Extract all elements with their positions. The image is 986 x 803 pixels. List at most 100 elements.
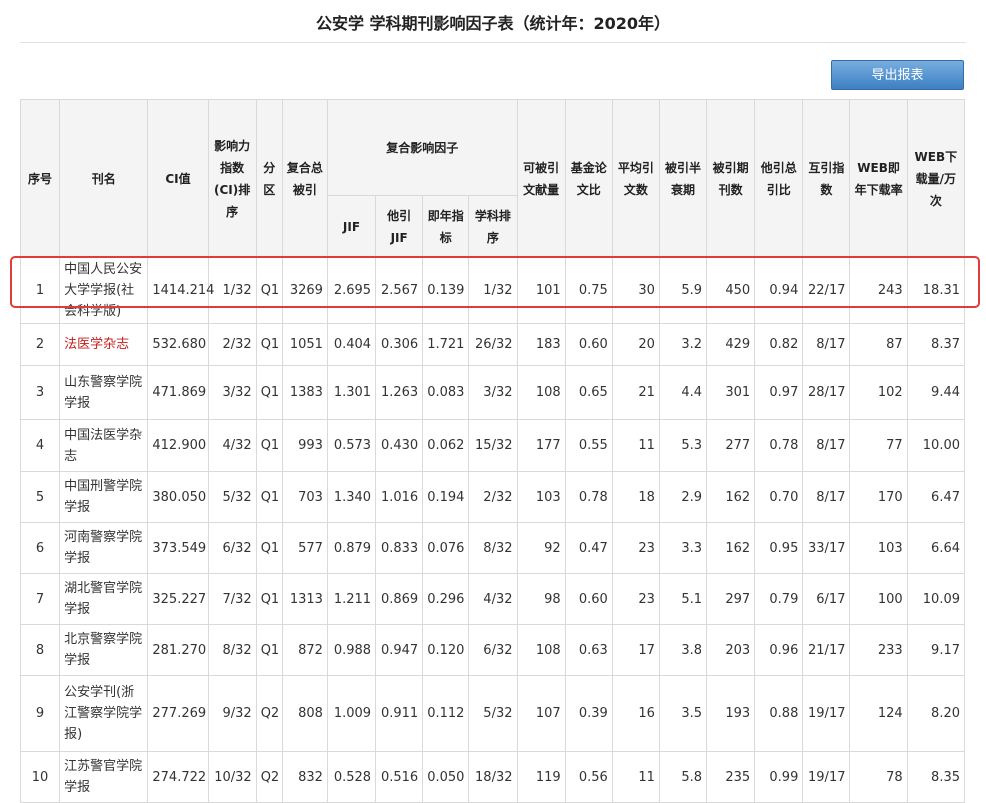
header-jif[interactable]: JIF [326,195,377,258]
cell-citable: 101 [516,257,566,324]
header-web-downloads[interactable]: WEB下载量/万次 [906,99,966,258]
cell-no: 2 [19,323,61,366]
cell-web-rate: 87 [849,323,908,366]
cell-ci-rank: 1/32 [207,257,257,324]
cell-other-jif: 0.869 [375,573,424,625]
table-row: 3 山东警察学院学报 471.869 3/32 Q1 1383 1.301 1.263 0.08… [19,365,966,420]
cell-other-jif: 1.016 [375,471,424,523]
cell-other-ratio: 0.88 [754,675,804,752]
header-zone[interactable]: 分区 [255,99,283,258]
header-fund-ratio[interactable]: 基金论文比 [564,99,613,258]
cell-half-life: 5.9 [658,257,708,324]
cell-name[interactable]: 江苏警官学院学报 [59,751,149,803]
cell-immediacy: 0.120 [422,624,470,676]
cell-immediacy: 0.076 [422,522,470,574]
cell-name[interactable]: 北京警察学院学报 [59,624,149,676]
header-other-ratio[interactable]: 他引总引比 [754,99,804,258]
header-citable[interactable]: 可被引文献量 [516,99,566,258]
cell-total-cited: 832 [281,751,328,803]
cell-jif: 1.301 [326,365,377,420]
cell-name[interactable]: 中国人民公安大学学报(社会科学版) [59,257,149,324]
header-name[interactable]: 刊名 [59,99,149,258]
header-half-life[interactable]: 被引半衰期 [658,99,708,258]
cell-zone: Q1 [255,522,283,574]
cell-citable: 92 [516,522,566,574]
cell-subject-rank: 26/32 [468,323,518,366]
cell-name[interactable]: 湖北警官学院学报 [59,573,149,625]
header-total-cited[interactable]: 复合总被引 [281,99,328,258]
header-immediacy[interactable]: 即年指标 [422,195,470,258]
cell-name[interactable]: 公安学刊(浙江警察学院学报) [59,675,149,752]
cell-name[interactable]: 中国法医学杂志 [59,419,149,472]
cell-subject-rank: 8/32 [468,522,518,574]
cell-ci-rank: 7/32 [207,573,257,625]
cell-other-jif: 0.306 [375,323,424,366]
title-divider [20,42,966,43]
cell-subject-rank: 15/32 [468,419,518,472]
cell-mutual: 22/17 [802,257,851,324]
cell-name[interactable]: 山东警察学院学报 [59,365,149,420]
table-row: 2 法医学杂志 532.680 2/32 Q1 1051 0.404 0.306 1.721 26… [19,323,966,366]
cell-other-ratio: 0.94 [754,257,804,324]
cell-mutual: 33/17 [802,522,851,574]
cell-ci-rank: 4/32 [207,419,257,472]
cell-ci: 277.269 [147,675,209,752]
cell-avg-refs: 30 [611,257,660,324]
cell-jif: 1.211 [326,573,377,625]
header-ci-rank[interactable]: 影响力指数(CI)排序 [207,99,257,258]
cell-ci-rank: 10/32 [207,751,257,803]
cell-total-cited: 872 [281,624,328,676]
cell-total-cited: 1051 [281,323,328,366]
cell-name[interactable]: 河南警察学院学报 [59,522,149,574]
cell-subject-rank: 3/32 [468,365,518,420]
cell-fund-ratio: 0.60 [564,323,613,366]
cell-other-ratio: 0.82 [754,323,804,366]
cell-ci-rank: 3/32 [207,365,257,420]
cell-jif: 0.879 [326,522,377,574]
cell-avg-refs: 18 [611,471,660,523]
cell-name[interactable]: 中国刑警学院学报 [59,471,149,523]
cell-no: 7 [19,573,61,625]
cell-no: 4 [19,419,61,472]
header-other-jif[interactable]: 他引JIF [375,195,424,258]
header-no[interactable]: 序号 [19,99,61,258]
cell-name[interactable]: 法医学杂志 [59,323,149,366]
cell-zone: Q1 [255,624,283,676]
header-mutual[interactable]: 互引指数 [802,99,851,258]
table-row: 6 河南警察学院学报 373.549 6/32 Q1 577 0.879 0.833 0.076… [19,522,966,574]
cell-web-downloads: 8.20 [906,675,966,752]
cell-total-cited: 1383 [281,365,328,420]
cell-zone: Q1 [255,365,283,420]
cell-total-cited: 703 [281,471,328,523]
header-ci[interactable]: CI值 [147,99,209,258]
cell-ci: 325.227 [147,573,209,625]
cell-no: 10 [19,751,61,803]
cell-ci: 412.900 [147,419,209,472]
export-report-button[interactable]: 导出报表 [831,60,964,90]
cell-other-ratio: 0.97 [754,365,804,420]
header-subject-rank[interactable]: 学科排序 [468,195,518,258]
cell-avg-refs: 17 [611,624,660,676]
header-avg-refs[interactable]: 平均引文数 [611,99,660,258]
cell-web-rate: 103 [849,522,908,574]
cell-mutual: 19/17 [802,751,851,803]
cell-web-rate: 77 [849,419,908,472]
cell-no: 1 [19,257,61,324]
cell-ci: 373.549 [147,522,209,574]
cell-ci-rank: 5/32 [207,471,257,523]
cell-cited-journals: 193 [706,675,756,752]
cell-half-life: 5.3 [658,419,708,472]
cell-immediacy: 1.721 [422,323,470,366]
cell-cited-journals: 277 [706,419,756,472]
page-title: 公安学 学科期刊影响因子表（统计年：2020年） [315,14,671,33]
cell-ci: 274.722 [147,751,209,803]
table-row: 10 江苏警官学院学报 274.722 10/32 Q2 832 0.528 0.516 0.0… [19,751,966,803]
header-web-rate[interactable]: WEB即年下载率 [849,99,908,258]
cell-web-downloads: 6.47 [906,471,966,523]
journal-table: 序号 刊名 CI值 影响力指数(CI)排序 分区 复合总被引 复合影响因子 可被… [19,99,966,803]
cell-web-rate: 124 [849,675,908,752]
cell-fund-ratio: 0.39 [564,675,613,752]
cell-ci-rank: 9/32 [207,675,257,752]
cell-other-ratio: 0.95 [754,522,804,574]
header-cited-journals[interactable]: 被引期刊数 [706,99,756,258]
